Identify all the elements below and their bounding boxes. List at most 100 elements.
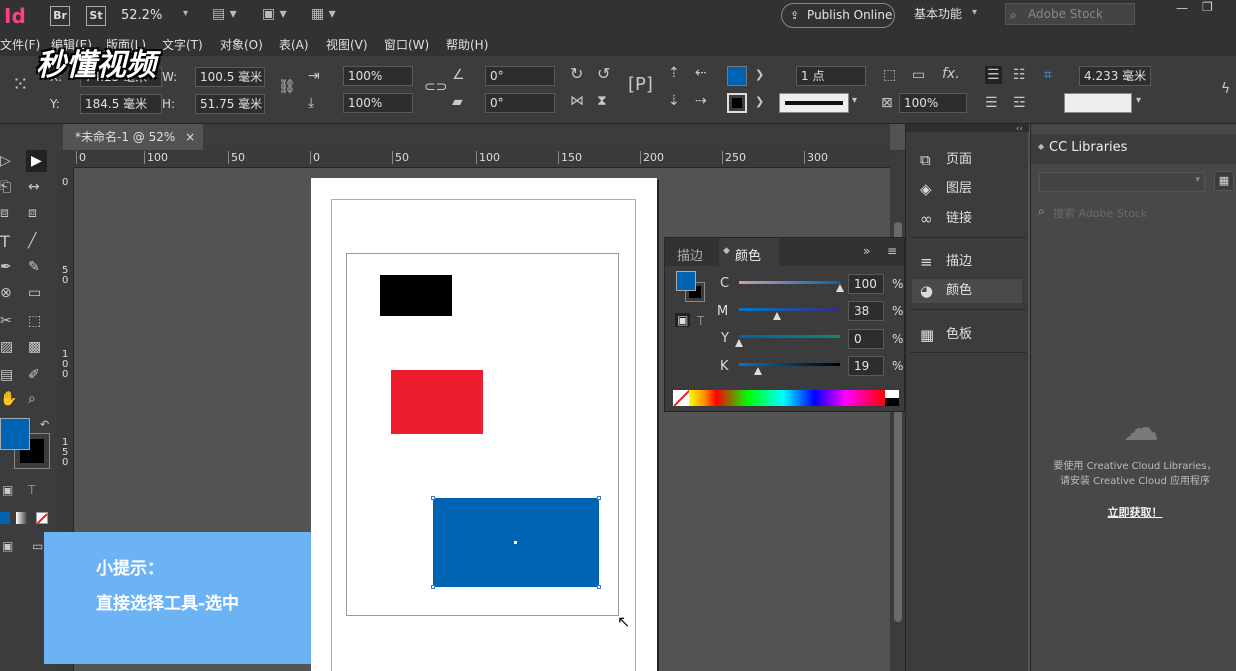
distribute-alt-icon[interactable]: ☲ (1013, 96, 1026, 110)
grid-view-button[interactable]: ▦ (1214, 171, 1234, 191)
magenta-slider-track[interactable] (739, 308, 840, 311)
libraries-title[interactable]: CC Libraries (1049, 140, 1127, 155)
selection-tool-icon[interactable]: ▷ (0, 154, 11, 168)
yellow-value-field[interactable]: 0 (848, 329, 884, 349)
black-slider-thumb[interactable] (754, 367, 763, 375)
ellipse-frame-tool-icon[interactable]: ⊗ (0, 286, 12, 300)
direct-selection-tool-icon[interactable]: ▶ (26, 150, 47, 172)
effects-icon[interactable]: fx. (942, 67, 960, 81)
reference-p-icon[interactable]: [P] (628, 76, 653, 94)
flip-vertical-icon[interactable]: ⧗ (597, 94, 607, 108)
black-slider-track[interactable] (739, 363, 840, 366)
close-tab-icon[interactable]: × (185, 130, 195, 144)
formatting-text-icon[interactable]: T (28, 484, 35, 496)
tab-stroke[interactable]: 描边 (677, 245, 703, 264)
gradient-swatch-tool-icon[interactable]: ▨ (0, 340, 13, 354)
rotate-cw-icon[interactable]: ↻ (570, 66, 583, 82)
menu-file[interactable]: 文件(F) (0, 36, 40, 53)
stroke-weight-field[interactable]: 1 点 (796, 66, 866, 86)
stock-button[interactable]: St (86, 6, 106, 26)
color-fill-stroke-proxy[interactable] (676, 271, 706, 303)
reference-point-icon[interactable]: ⁙ (12, 74, 29, 94)
blue-rectangle[interactable] (431, 496, 601, 589)
get-now-link[interactable]: 立即获取！ (1035, 504, 1235, 520)
h-field[interactable]: 51.75 毫米 (195, 94, 265, 114)
menu-help[interactable]: 帮助(H) (446, 36, 488, 53)
align-justify-icon[interactable]: ☷ (1013, 68, 1026, 82)
panel-color[interactable]: ◕ 颜色 (912, 279, 1022, 303)
select-container-icon[interactable]: ⇡ (668, 66, 680, 80)
select-content-icon[interactable]: ⇣ (668, 94, 680, 108)
apply-none-button[interactable] (36, 512, 48, 525)
color-spectrum-ramp[interactable] (689, 390, 885, 406)
arrange-documents-icon[interactable]: ▦ ▾ (311, 6, 336, 22)
pen-tool-icon[interactable]: ✒ (0, 260, 12, 274)
anchor-handle[interactable] (431, 585, 435, 589)
text-wrap-icon[interactable]: ⬚ (883, 68, 896, 82)
library-search-input[interactable]: 搜索 Adobe Stock (1053, 205, 1147, 221)
menu-table[interactable]: 表(A) (279, 36, 309, 53)
spectrum-white-swatch[interactable] (885, 390, 899, 398)
rectangle-tool-icon[interactable]: ▭ (28, 286, 41, 300)
swap-icon[interactable]: ↶ (40, 418, 49, 431)
menu-view[interactable]: 视图(V) (326, 36, 368, 53)
stroke-type-dropdown[interactable] (779, 93, 849, 113)
lightning-icon[interactable]: ϟ (1221, 82, 1230, 96)
panel-menu-icon[interactable]: ≡ (887, 244, 897, 258)
minimize-icon[interactable]: — (1176, 1, 1188, 15)
drop-shadow-icon[interactable]: ▭ (912, 68, 925, 82)
workspace-switcher[interactable]: 基本功能 (914, 5, 962, 22)
color-text-icon[interactable]: T (697, 314, 704, 328)
shear-field[interactable]: 0° (485, 93, 555, 113)
frame-offset-field[interactable]: 4.233 毫米 (1079, 66, 1151, 86)
fill-swatch[interactable] (727, 66, 747, 86)
restore-icon[interactable]: ❐ (1202, 0, 1213, 14)
stroke-menu-icon[interactable]: ❯ (755, 96, 764, 107)
anchor-handle[interactable] (431, 496, 435, 500)
hand-tool-icon[interactable]: ✋ (0, 392, 17, 406)
type-tool-icon[interactable]: T (0, 234, 10, 250)
panel-layers[interactable]: ◈ 图层 (912, 177, 1022, 201)
fill-stroke-proxy[interactable]: ↶ (0, 418, 50, 470)
pencil-tool-icon[interactable]: ✎ (28, 260, 40, 274)
note-tool-icon[interactable]: ▤ (0, 368, 13, 382)
fill-menu-icon[interactable]: ❯ (755, 69, 764, 80)
yellow-slider-track[interactable] (739, 335, 840, 338)
cyan-slider-thumb[interactable] (836, 284, 844, 292)
rotate-field[interactable]: 0° (485, 66, 555, 86)
select-next-icon[interactable]: ⇢ (695, 94, 707, 108)
opacity-field[interactable]: 100% (899, 93, 967, 113)
magenta-value-field[interactable]: 38 (848, 301, 884, 321)
cyan-value-field[interactable]: 100 (848, 274, 884, 294)
frame-fitting-icon[interactable]: ⌗ (1044, 68, 1052, 82)
apply-gradient-button[interactable] (16, 512, 28, 524)
black-value-field[interactable]: 19 (848, 356, 884, 376)
w-field[interactable]: 100.5 毫米 (195, 67, 265, 87)
color-fill-proxy[interactable] (676, 271, 696, 291)
red-rectangle[interactable] (391, 370, 483, 434)
library-dropdown[interactable]: ▾ (1039, 172, 1205, 192)
view-options-icon[interactable]: ▤ ▾ (212, 6, 237, 22)
tab-color[interactable]: ◆ 颜色 (719, 238, 779, 266)
rotate-ccw-icon[interactable]: ↺ (597, 66, 610, 82)
gap-tool-icon[interactable]: ↔ (28, 180, 40, 194)
horizontal-ruler[interactable]: 0 100 50 0 50 100 150 200 250 300 (74, 150, 890, 168)
scale-x-field[interactable]: 100% (343, 66, 413, 86)
page-tool-icon[interactable]: ⎗ (0, 180, 11, 194)
style-dropdown[interactable] (1064, 93, 1132, 113)
spectrum-none-swatch[interactable] (673, 390, 689, 406)
panel-pages[interactable]: ⧉ 页面 (912, 148, 1022, 172)
menu-text[interactable]: 文字(T) (162, 36, 203, 53)
workspace-dropdown-icon[interactable]: ▾ (972, 7, 977, 18)
zoom-level[interactable]: 52.2% (121, 8, 162, 23)
anchor-handle[interactable] (597, 496, 601, 500)
document-tab[interactable]: *未命名-1 @ 52% × (63, 124, 203, 150)
cyan-slider-track[interactable] (739, 281, 840, 284)
ruler-origin[interactable] (58, 150, 74, 168)
apply-color-button[interactable] (0, 512, 10, 524)
flip-horizontal-icon[interactable]: ⋈ (570, 94, 584, 108)
gradient-feather-tool-icon[interactable]: ▩ (28, 340, 41, 354)
dock-collapse-bar[interactable]: ‹‹ (906, 124, 1029, 134)
normal-view-icon[interactable]: ▣ (2, 540, 13, 552)
panel-links[interactable]: ∞ 链接 (912, 207, 1022, 231)
